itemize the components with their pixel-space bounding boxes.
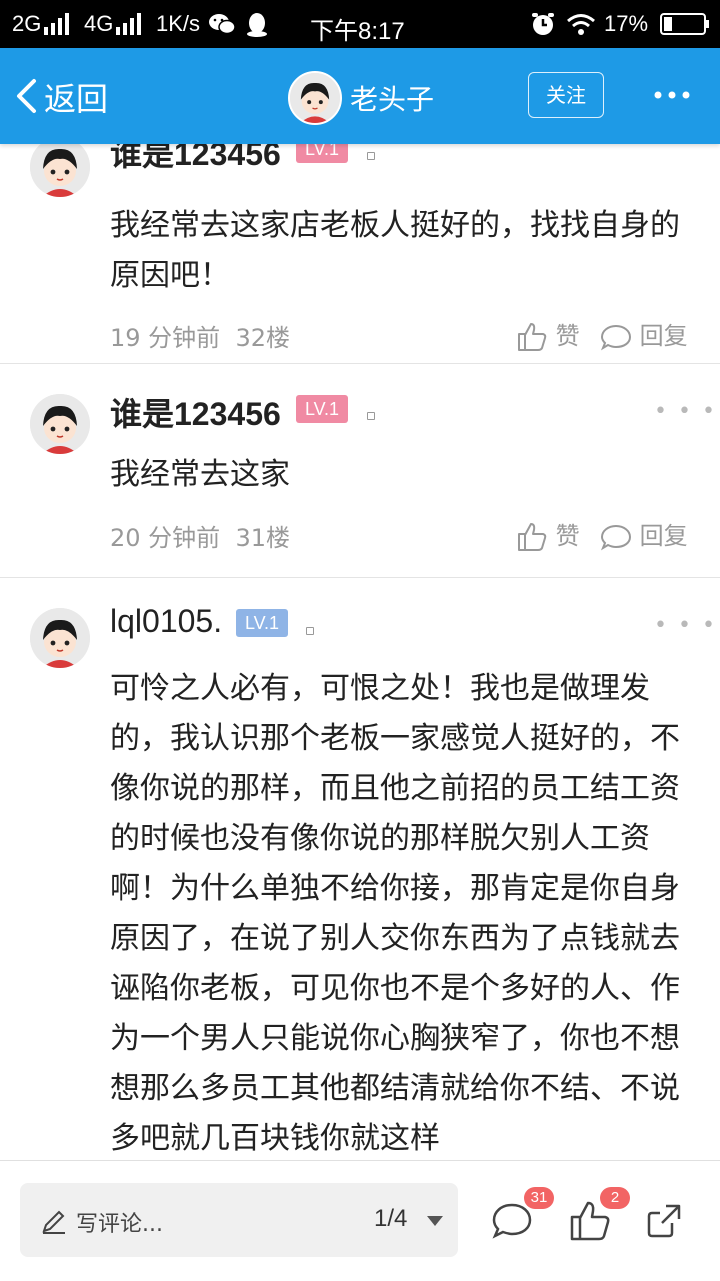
gender-icon [306,627,314,635]
cartoon-face-icon [30,394,90,454]
follow-button[interactable]: 关注 [528,72,604,118]
comment-text: 可怜之人必有，可恨之处！我也是做理发的，我认识那个老板一家感觉人挺好的，不像你说… [110,671,680,1156]
like-count-badge: 2 [600,1187,630,1209]
level-badge: LV.1 [236,609,289,637]
cartoon-face-icon [290,73,340,123]
comment-time: 20 分钟前 [110,524,221,552]
comment-item: 谁是123456 LV.1 • • • 我经常去这家店老板人挺好的，找找自身的原… [0,144,720,364]
cartoon-face-icon [30,144,90,197]
battery-icon [660,13,709,35]
comment-text: 我经常去这家店老板人挺好的，找找自身的原因吧！ [110,208,680,293]
thumbs-up-icon [518,323,547,351]
comment-meta: 19 分钟前 32楼 [110,318,290,353]
like-button[interactable]: 赞 [516,516,580,553]
wifi-icon [567,14,595,35]
more-options-icon[interactable]: • • • [654,144,717,153]
username[interactable]: 谁是123456 [110,389,281,435]
alarm-icon [532,13,554,35]
network-2g-label: 2G [12,11,42,36]
share-icon [647,1204,681,1238]
signal-icon [44,13,69,35]
comment-item: lql0105. LV.1 • • • 可怜之人必有，可恨之处！我也是做理发的，… [0,578,720,1160]
level-badge: LV.1 [296,144,349,163]
page-indicator[interactable]: 1/4 [374,1205,407,1233]
user-avatar[interactable] [30,144,90,197]
write-comment-input[interactable]: 写评论... 1/4 [20,1183,458,1257]
comment-bubble-icon [600,324,632,351]
username[interactable]: lql0105. [110,603,222,640]
user-avatar[interactable] [30,608,90,668]
reply-label: 回复 [639,522,688,550]
like-button[interactable]: 赞 [516,316,580,353]
more-options-icon[interactable]: • • • [654,613,717,638]
like-label: 赞 [555,322,580,350]
level-badge: LV.1 [296,395,349,423]
cartoon-face-icon [30,608,90,668]
network-4g-label: 4G [84,11,114,36]
network-speed: 1K/s [156,11,201,36]
thumbs-up-icon [518,523,547,551]
user-avatar[interactable] [30,394,90,454]
comment-count-badge: 31 [524,1187,554,1209]
bottom-bar: 写评论... 1/4 31 2 [0,1160,720,1281]
back-label: 返回 [44,80,109,118]
more-menu-icon[interactable] [652,88,692,102]
status-bar: 2G 4G 1K/s 下午8:17 17% [0,0,720,48]
wechat-icon [209,14,236,35]
write-comment-placeholder: 写评论... [76,1212,163,1237]
reply-button[interactable]: 回复 [600,516,688,553]
page-title: 老头子 [350,83,435,116]
comment-text: 我经常去这家 [110,457,290,492]
author-avatar[interactable] [288,71,342,125]
gender-icon [367,152,375,160]
reply-label: 回复 [639,322,688,350]
caret-down-icon[interactable] [426,1215,444,1227]
battery-percent: 17% [604,11,649,36]
comment-bubble-icon [600,524,632,551]
username[interactable]: 谁是123456 [110,144,281,175]
more-options-icon[interactable]: • • • [654,399,717,424]
gender-icon [367,412,375,420]
pencil-icon [42,1210,65,1234]
qq-icon [247,13,267,37]
comment-item: 谁是123456 LV.1 • • • 我经常去这家 20 分钟前 31楼 赞 … [0,364,720,576]
comment-floor: 31楼 [235,524,290,552]
comment-meta: 20 分钟前 31楼 [110,518,290,553]
signal-icon [116,13,141,35]
nav-bar: 返回 老头子 关注 [0,48,720,144]
comment-list: 谁是123456 LV.1 • • • 我经常去这家店老板人挺好的，找找自身的原… [0,144,720,1160]
reply-button[interactable]: 回复 [600,316,688,353]
share-button[interactable] [644,1201,684,1241]
like-label: 赞 [555,522,580,550]
chevron-left-icon [17,79,36,113]
comment-time: 19 分钟前 [110,324,221,352]
clock-time: 下午8:17 [310,18,405,45]
comment-floor: 32楼 [235,324,290,352]
